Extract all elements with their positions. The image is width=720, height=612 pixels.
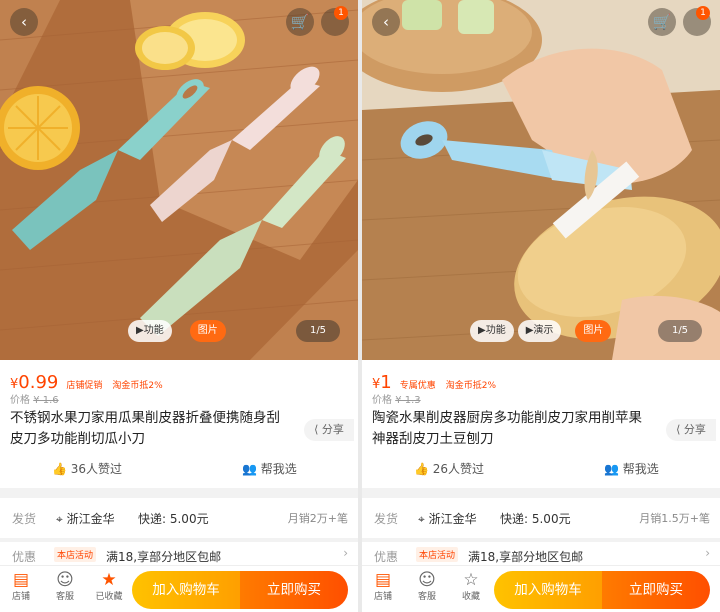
thumbs-up-icon: 👍: [52, 462, 71, 476]
tab-images[interactable]: 图片: [575, 320, 612, 342]
media-tabs: ▶功能 ▶演示 图片: [470, 320, 612, 342]
shop-button[interactable]: ▤ 店铺: [366, 570, 400, 603]
original-price-row: 价格 ¥ 1.6: [10, 395, 59, 406]
shop-icon: ▤: [374, 570, 392, 590]
shipping-location: ⌖ 浙江金华: [56, 512, 115, 526]
bottom-action-bar: ▤ 店铺 ☺ 客服 ★ 已收藏 加入购物车 立即购买: [0, 565, 358, 612]
shop-button[interactable]: ▤ 店铺: [4, 570, 38, 603]
tab-function-video[interactable]: ▶功能: [470, 320, 514, 342]
chevron-right-icon: ›: [343, 546, 348, 560]
share-icon: ⟨: [314, 423, 322, 436]
help-choose-button[interactable]: 👥 帮我选: [604, 460, 659, 477]
product-panel-left: ‹ 🛒 1 ▶功能 图片 1/5 ¥0.99 店铺促销 淘金币抵2% 价格 ¥ …: [0, 0, 358, 612]
monthly-sales: 月销2万+笔: [287, 512, 348, 525]
shipping-label: 发货: [374, 512, 399, 526]
back-button[interactable]: ‹: [372, 8, 400, 36]
original-price-row: 价格 ¥ 1.3: [372, 395, 421, 406]
share-button[interactable]: ⟨ 分享: [304, 419, 354, 441]
people-icon: 👥: [242, 462, 261, 476]
product-photo-knives: [0, 0, 358, 360]
location-pin-icon: ⌖: [418, 512, 429, 526]
product-image-carousel[interactable]: ‹ 🛒 1 ▶功能 图片 1/5: [0, 0, 358, 360]
star-filled-icon: ★: [101, 570, 117, 590]
promo-tag-coins: 淘金币抵2%: [112, 381, 163, 391]
product-photo-peeler: [362, 0, 720, 360]
product-info: ¥1 专属优惠 淘金币抵2% 价格 ¥ 1.3 陶瓷水果削皮器厨房多功能削皮刀家…: [362, 360, 720, 488]
shipping-location: ⌖ 浙江金华: [418, 512, 477, 526]
bottom-action-bar: ▤ 店铺 ☺ 客服 ☆ 收藏 加入购物车 立即购买: [362, 565, 720, 612]
shipping-label: 发货: [12, 512, 37, 526]
original-price: ¥ 1.3: [395, 395, 421, 406]
cart-count-badge: 1: [696, 6, 710, 20]
tab-function-video[interactable]: ▶功能: [128, 320, 172, 342]
buy-now-button[interactable]: 立即购买: [240, 571, 348, 609]
cart-count-badge: 1: [334, 6, 348, 20]
likes-count[interactable]: 👍 26人赞过: [414, 460, 484, 477]
add-to-cart-button[interactable]: 加入购物车: [132, 571, 240, 609]
monthly-sales: 月销1.5万+笔: [639, 512, 710, 525]
discount-tag: 本店活动: [54, 547, 97, 562]
shop-icon: ▤: [12, 570, 30, 590]
favorite-button[interactable]: ☆ 收藏: [454, 570, 488, 603]
product-title: 不锈钢水果刀家用瓜果削皮器折叠便携随身刮 皮刀多功能削切瓜小刀: [10, 410, 280, 447]
image-counter: 1/5: [658, 320, 702, 342]
current-price: ¥1: [372, 372, 392, 393]
back-button[interactable]: ‹: [10, 8, 38, 36]
chevron-right-icon: ›: [705, 546, 710, 560]
cart-button[interactable]: 🛒: [648, 8, 676, 36]
shipping-fee: 快递: 5.00元: [138, 512, 209, 526]
chevron-left-icon: ‹: [21, 13, 27, 31]
customer-service-button[interactable]: ☺ 客服: [410, 570, 444, 603]
chevron-left-icon: ‹: [383, 13, 389, 31]
discount-tag: 本店活动: [416, 547, 459, 562]
customer-service-button[interactable]: ☺ 客服: [48, 570, 82, 603]
discount-text: 满18,享部分地区包邮: [106, 550, 222, 564]
price-row: ¥1 专属优惠 淘金币抵2%: [372, 372, 498, 393]
product-info: ¥0.99 店铺促销 淘金币抵2% 价格 ¥ 1.6 不锈钢水果刀家用瓜果削皮器…: [0, 360, 358, 488]
promo-tag-exclusive: 专属优惠: [399, 381, 436, 391]
product-title: 陶瓷水果削皮器厨房多功能削皮刀家用削苹果 神器刮皮刀土豆刨刀: [372, 410, 642, 447]
media-tabs: ▶功能 图片: [128, 320, 226, 342]
thumbs-up-icon: 👍: [414, 462, 433, 476]
favorite-button[interactable]: ★ 已收藏: [92, 570, 126, 603]
discount-label: 优惠: [12, 550, 37, 564]
tab-images[interactable]: 图片: [189, 320, 226, 342]
buy-now-button[interactable]: 立即购买: [602, 571, 710, 609]
product-image-carousel[interactable]: ‹ 🛒 1 ▶功能 ▶演示 图片 1/5: [362, 0, 720, 360]
cart-icon: 🛒: [290, 13, 310, 31]
share-button[interactable]: ⟨ 分享: [666, 419, 716, 441]
share-icon: ⟨: [676, 423, 684, 436]
original-price: ¥ 1.6: [33, 395, 59, 406]
cart-button[interactable]: 🛒: [286, 8, 314, 36]
star-outline-icon: ☆: [463, 570, 479, 590]
promo-tag-shop: 店铺促销: [66, 381, 103, 391]
tab-demo-video[interactable]: ▶演示: [517, 320, 562, 342]
help-choose-button[interactable]: 👥 帮我选: [242, 460, 297, 477]
price-row: ¥0.99 店铺促销 淘金币抵2%: [10, 372, 165, 393]
shipping-row[interactable]: 发货 ⌖ 浙江金华 快递: 5.00元 月销2万+笔: [0, 498, 358, 538]
chat-face-icon: ☺: [418, 570, 436, 590]
people-icon: 👥: [604, 462, 623, 476]
product-panel-right: ‹ 🛒 1 ▶功能 ▶演示 图片 1/5 ¥1 专属优惠 淘金币抵2% 价格 ¥…: [362, 0, 720, 612]
discount-text: 满18,享部分地区包邮: [468, 550, 584, 564]
shipping-fee: 快递: 5.00元: [500, 512, 571, 526]
likes-count[interactable]: 👍 36人赞过: [52, 460, 122, 477]
add-to-cart-button[interactable]: 加入购物车: [494, 571, 602, 609]
cart-icon: 🛒: [652, 13, 672, 31]
image-counter: 1/5: [296, 320, 340, 342]
location-pin-icon: ⌖: [56, 512, 67, 526]
promo-tag-coins: 淘金币抵2%: [445, 381, 497, 391]
chat-face-icon: ☺: [56, 570, 74, 590]
discount-label: 优惠: [374, 550, 399, 564]
current-price: ¥0.99: [10, 372, 59, 393]
shipping-row[interactable]: 发货 ⌖ 浙江金华 快递: 5.00元 月销1.5万+笔: [362, 498, 720, 538]
